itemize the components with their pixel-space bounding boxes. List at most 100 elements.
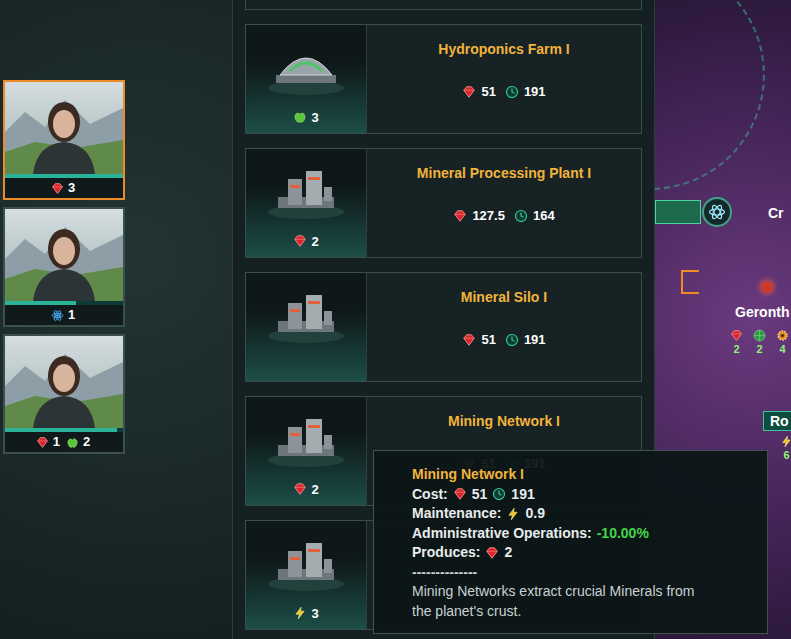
star-system[interactable]: Cr <box>768 203 784 224</box>
building-card[interactable]: 2 Mineral Processing Plant I 127.5164 <box>245 148 642 258</box>
stat-value: 2 <box>733 342 739 356</box>
minerals-icon <box>293 234 307 248</box>
tooltip-value: 0.9 <box>525 504 544 524</box>
building-card-partial[interactable] <box>245 0 642 10</box>
progress-fill <box>5 174 123 178</box>
cost-value: 127.5 <box>472 206 505 226</box>
building-info: Mineral Silo I51191 <box>367 273 641 381</box>
system-name: Ro <box>763 411 791 431</box>
building-picture <box>246 273 367 381</box>
portrait-picture <box>5 209 123 301</box>
fleet-bar[interactable] <box>655 200 701 224</box>
building-info: Mineral Processing Plant I 127.5164 <box>367 149 641 257</box>
minerals-icon <box>462 85 476 99</box>
tooltip-row: Maintenance:0.9 <box>412 504 757 524</box>
progress-fill <box>5 301 76 305</box>
output-value: 2 <box>311 480 318 500</box>
building-picture: 2 <box>246 397 367 505</box>
portrait-outputs: 3 <box>5 178 123 198</box>
minerals-icon <box>730 329 743 342</box>
stat-value: 2 <box>756 342 762 356</box>
tooltip-label: Cost: <box>412 485 448 505</box>
progress-track <box>5 174 123 178</box>
tooltip-value: -10.00% <box>597 524 649 544</box>
energy-icon <box>780 435 791 448</box>
building-cost: 127.5164 <box>453 206 554 226</box>
minerals-icon <box>293 482 307 496</box>
tooltip-separator: -------------- <box>412 563 757 583</box>
building-output: 2 <box>293 232 318 252</box>
tooltip-row: Produces: 2 <box>412 543 757 563</box>
output-value: 3 <box>68 178 75 198</box>
progress-track <box>5 301 123 305</box>
tooltip-label: Produces: <box>412 543 480 563</box>
portrait-column: 3112 <box>0 0 232 639</box>
border-ring <box>655 0 765 190</box>
output-value: 2 <box>83 432 90 452</box>
building-name: Mining Network I <box>440 411 568 432</box>
building-card[interactable]: 3Hydroponics Farm I51191 <box>245 24 642 134</box>
leader-portrait[interactable]: 12 <box>3 334 125 454</box>
planet-icon[interactable] <box>761 281 773 293</box>
building-icon <box>264 165 348 221</box>
stat-value: 4 <box>779 342 785 356</box>
planet-icon <box>753 329 766 342</box>
building-name: Mineral Processing Plant I <box>409 163 599 184</box>
portrait-picture <box>5 336 123 428</box>
system-name: Geronth <box>725 302 789 323</box>
building-picture: 3 <box>246 25 367 133</box>
system-stat: 2 <box>725 329 748 356</box>
portrait-outputs: 12 <box>5 432 123 452</box>
building-card[interactable]: Mineral Silo I51191 <box>245 272 642 382</box>
building-icon <box>264 413 348 469</box>
minerals-icon <box>485 546 499 560</box>
building-tooltip: Mining Network ICost: 51 191Maintenance:0.… <box>373 450 768 634</box>
system-stat: 2 <box>748 329 771 356</box>
time-icon <box>514 209 528 223</box>
cost-value: 51 <box>481 82 495 102</box>
system-stat: 6 <box>775 435 791 462</box>
output-value: 2 <box>311 232 318 252</box>
building-icon <box>264 41 348 97</box>
building-info: Hydroponics Farm I51191 <box>367 25 641 133</box>
building-output: 3 <box>293 604 318 624</box>
tooltip-value: 191 <box>511 485 534 505</box>
system-stats: 2 2 4 <box>725 329 791 356</box>
tooltip-row: Cost: 51 191 <box>412 485 757 505</box>
portrait-outputs: 1 <box>5 305 123 325</box>
selection-bracket <box>681 270 699 294</box>
tooltip-title: Mining Network I <box>412 465 757 485</box>
food-icon <box>293 110 307 124</box>
progress-track <box>5 428 123 432</box>
building-output: 2 <box>293 480 318 500</box>
output-value: 3 <box>311 108 318 128</box>
research-station-icon[interactable] <box>702 197 732 227</box>
system-name: Cr <box>768 203 784 224</box>
alloys-icon <box>776 329 789 342</box>
leader-portrait[interactable]: 1 <box>3 207 125 327</box>
building-name: Hydroponics Farm I <box>430 39 577 60</box>
stat-value: 6 <box>783 448 789 462</box>
tooltip-value: 2 <box>504 543 512 563</box>
progress-fill <box>5 428 117 432</box>
minerals-icon <box>51 182 64 195</box>
food-icon <box>66 436 79 449</box>
minerals-icon <box>36 436 49 449</box>
output-value: 1 <box>53 432 60 452</box>
research-icon <box>51 309 64 322</box>
building-icon <box>264 537 348 593</box>
tooltip-value: 51 <box>472 485 488 505</box>
minerals-icon <box>462 333 476 347</box>
building-cost: 51191 <box>462 330 545 350</box>
building-icon <box>264 289 348 345</box>
leader-portrait[interactable]: 3 <box>3 80 125 200</box>
game-screen: 3112 3Hydroponics Farm I511912Mineral Pr… <box>0 0 791 639</box>
star-system[interactable]: Geronth 2 2 4 <box>725 302 791 356</box>
minerals-icon <box>453 209 467 223</box>
build-time: 191 <box>524 330 546 350</box>
tooltip-description: Mining Networks extract crucial Minerals… <box>412 582 702 621</box>
building-output: 3 <box>293 108 318 128</box>
minerals-icon <box>453 487 467 501</box>
tooltip-row: Administrative Operations:-10.00% <box>412 524 757 544</box>
building-picture: 3 <box>246 521 367 629</box>
